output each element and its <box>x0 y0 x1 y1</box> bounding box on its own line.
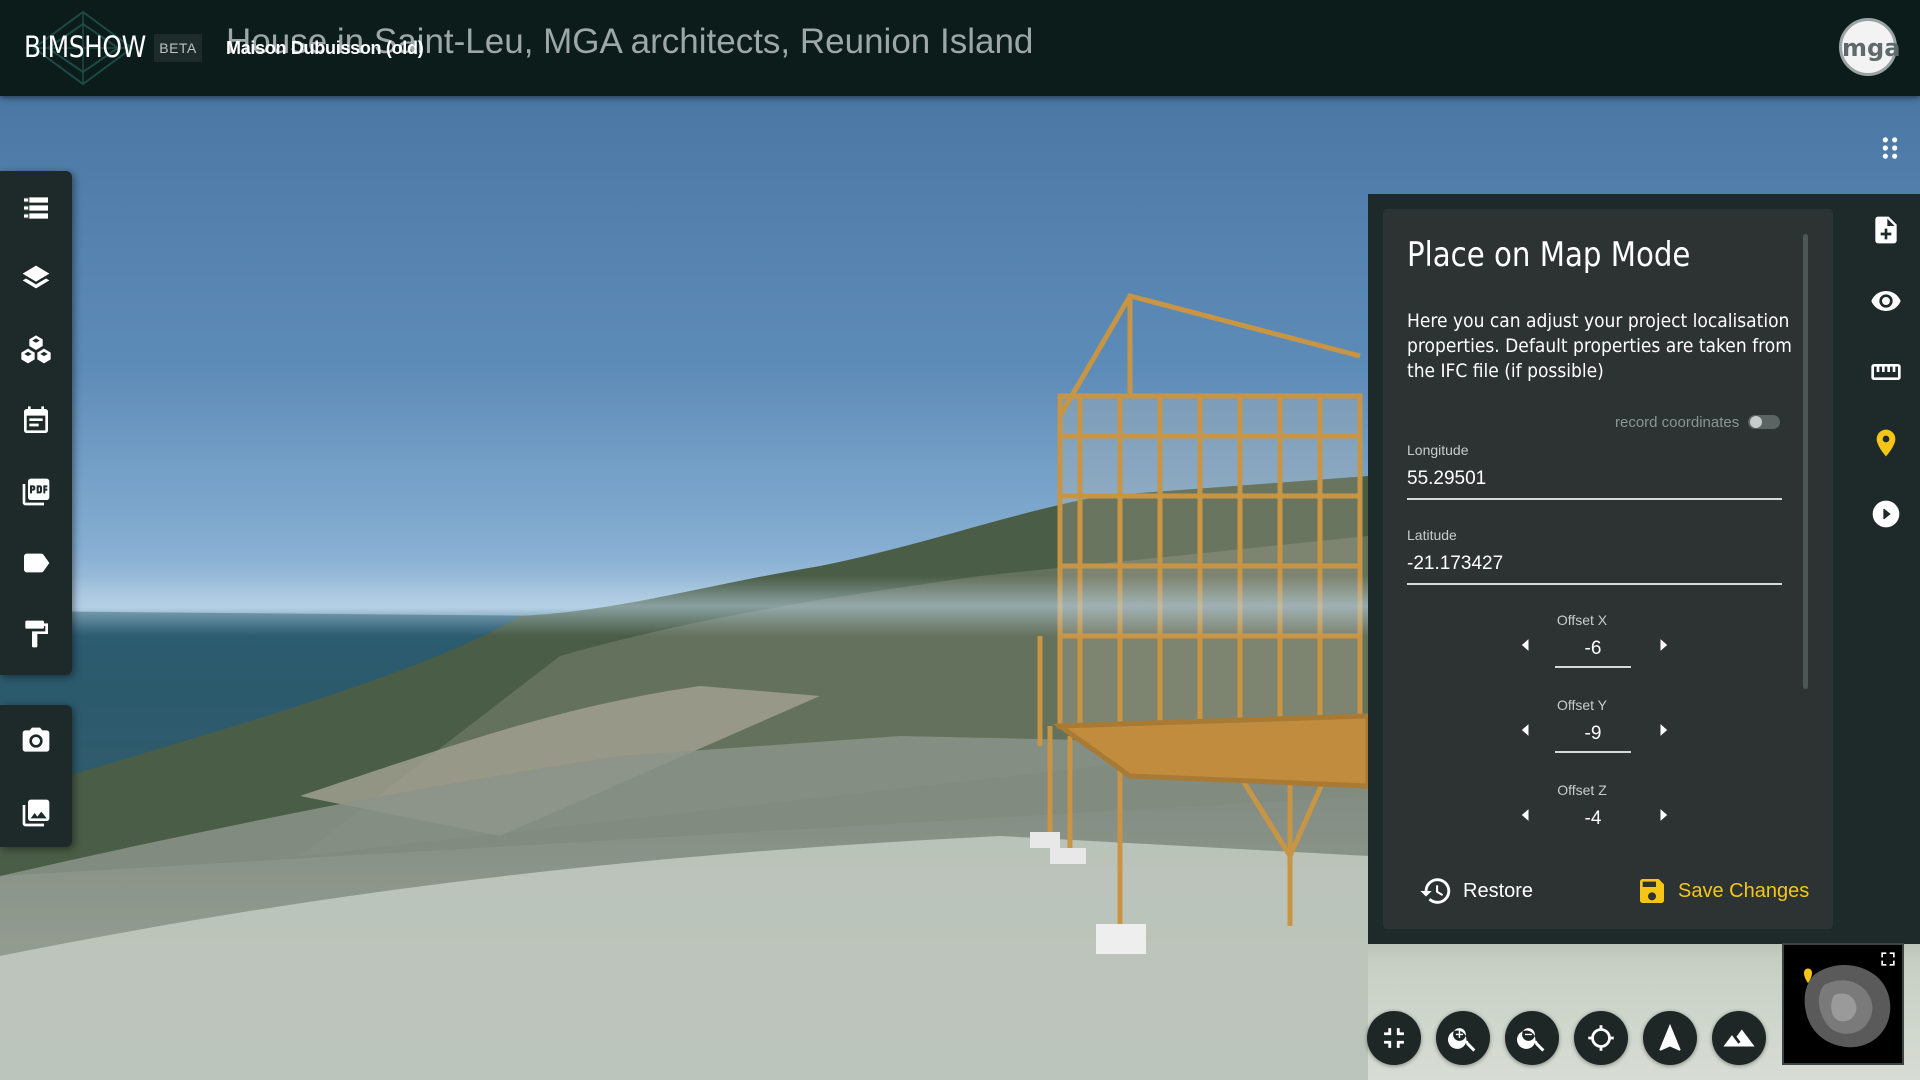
beta-badge: BETA <box>154 34 202 62</box>
offset-z-input[interactable]: -4 <box>1555 808 1631 836</box>
offset-x-decrease-icon[interactable] <box>1516 635 1536 655</box>
gallery-icon[interactable] <box>14 791 58 835</box>
longitude-label: Longitude <box>1407 442 1469 458</box>
left-toolbar <box>0 171 72 675</box>
map-pin-icon[interactable] <box>1868 425 1904 461</box>
pdf-icon[interactable] <box>14 470 58 514</box>
zoom-in-button[interactable] <box>1436 1011 1490 1065</box>
place-on-map-panel: Place on Map Mode Here you can adjust yo… <box>1383 209 1833 929</box>
latitude-label: Latitude <box>1407 527 1457 543</box>
restore-label: Restore <box>1463 879 1534 902</box>
camera-icon[interactable] <box>14 719 58 763</box>
avatar-text: mga <box>1842 34 1901 62</box>
offset-z-increase-icon[interactable] <box>1653 805 1673 825</box>
minimap[interactable] <box>1782 943 1904 1065</box>
north-arrow-icon <box>1659 1023 1681 1051</box>
play-circle-icon[interactable] <box>1868 496 1904 532</box>
offset-y-decrease-icon[interactable] <box>1516 720 1536 740</box>
save-changes-label: Save Changes <box>1678 879 1810 902</box>
user-avatar[interactable]: mga <box>1839 18 1901 76</box>
tag-icon[interactable] <box>14 541 58 585</box>
offset-x-input[interactable]: -6 <box>1555 638 1631 668</box>
record-coordinates-toggle[interactable] <box>1748 415 1780 429</box>
zoom-out-icon <box>1517 1028 1545 1052</box>
right-toolbar <box>1852 194 1920 944</box>
list-icon[interactable] <box>14 186 58 230</box>
compress-icon <box>1384 1028 1404 1048</box>
project-subtitle: Maison Dubuisson (old) <box>226 38 424 58</box>
north-button[interactable] <box>1643 1011 1697 1065</box>
save-floppy-icon <box>1640 879 1664 903</box>
offset-z-decrease-icon[interactable] <box>1516 805 1536 825</box>
cubes-icon[interactable] <box>14 328 58 372</box>
record-coordinates-label: record coordinates <box>1615 414 1740 431</box>
panel-title: Place on Map Mode <box>1407 235 1691 275</box>
zoom-out-button[interactable] <box>1505 1011 1559 1065</box>
compress-view-button[interactable] <box>1367 1011 1421 1065</box>
minimap-expand-icon[interactable] <box>1878 949 1898 969</box>
calendar-icon[interactable] <box>14 399 58 443</box>
offset-y-label: Offset Y <box>1556 697 1608 713</box>
offset-z-label: Offset Z <box>1557 782 1607 798</box>
offset-x-label: Offset X <box>1556 612 1608 628</box>
eye-icon[interactable] <box>1868 283 1904 319</box>
panel-scrollbar[interactable] <box>1803 234 1808 689</box>
apps-grid-icon[interactable] <box>1870 128 1910 168</box>
layers-icon[interactable] <box>14 257 58 301</box>
latitude-input[interactable]: -21.173427 <box>1407 553 1782 585</box>
locate-icon <box>1588 1025 1614 1051</box>
save-changes-button[interactable]: Save Changes <box>1636 871 1809 911</box>
restore-button[interactable]: Restore <box>1419 871 1533 911</box>
ruler-icon[interactable] <box>1868 354 1904 390</box>
longitude-input[interactable]: 55.29501 <box>1407 468 1782 500</box>
offset-y-increase-icon[interactable] <box>1653 720 1673 740</box>
locate-button[interactable] <box>1574 1011 1628 1065</box>
left-toolbar-secondary <box>0 705 72 847</box>
add-file-icon[interactable] <box>1868 212 1904 248</box>
terrain-button[interactable] <box>1712 1011 1766 1065</box>
top-bar: BIMSHOW BETA House in Saint-Leu, MGA arc… <box>0 0 1920 96</box>
panel-description: Here you can adjust your project localis… <box>1407 310 1792 382</box>
zoom-in-icon <box>1448 1028 1476 1052</box>
paint-roller-icon[interactable] <box>14 612 58 656</box>
brand-name[interactable]: BIMSHOW <box>24 30 146 64</box>
restore-history-icon <box>1420 878 1451 904</box>
offset-y-input[interactable]: -9 <box>1555 723 1631 753</box>
terrain-icon <box>1723 1029 1755 1047</box>
offset-x-increase-icon[interactable] <box>1653 635 1673 655</box>
